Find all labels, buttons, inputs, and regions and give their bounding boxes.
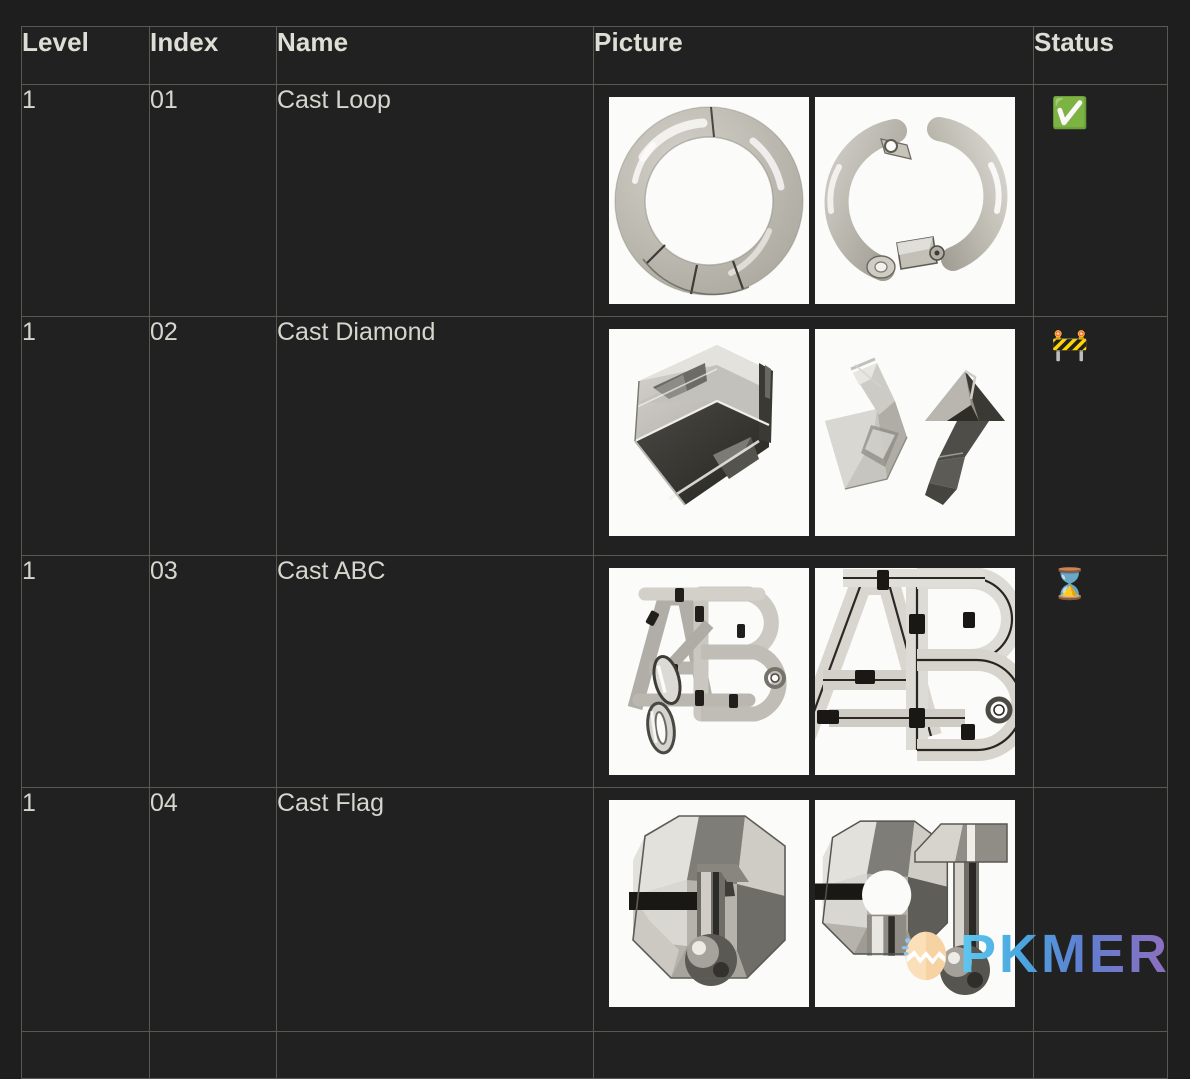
picture-group: [609, 800, 1033, 1007]
puzzle-table: Level Index Name Picture Status 1 01 Cas…: [21, 26, 1168, 1079]
table-row[interactable]: 1 03 Cast ABC ⌛: [21, 555, 1168, 788]
cell-name: [276, 1031, 594, 1079]
table-row[interactable]: 1 04 Cast Flag: [21, 787, 1168, 1032]
table-row[interactable]: 1 02 Cast Diamond 🚧: [21, 316, 1168, 556]
puzzle-image-cast-abc-assembled[interactable]: [609, 568, 809, 775]
picture-group: [609, 568, 1033, 775]
cell-picture: [593, 555, 1034, 788]
status-construction-barrier-icon: 🚧: [1051, 328, 1089, 363]
cell-picture: [593, 84, 1034, 317]
cell-name: Cast Flag: [276, 787, 594, 1032]
column-header-name[interactable]: Name: [276, 26, 594, 85]
puzzle-image-cast-flag-assembled[interactable]: [609, 800, 809, 1007]
cell-status: ✅: [1033, 84, 1168, 317]
cell-picture: [593, 787, 1034, 1032]
cell-index: 04: [149, 787, 277, 1032]
column-header-index[interactable]: Index: [149, 26, 277, 85]
puzzle-image-cast-loop-assembled[interactable]: [609, 97, 809, 304]
cell-status: 🚧: [1033, 316, 1168, 556]
puzzle-image-cast-loop-disassembled[interactable]: [815, 97, 1015, 304]
status-hourglass-icon: ⌛: [1051, 567, 1089, 602]
status-check-mark-button-icon: ✅: [1051, 96, 1089, 131]
cell-index: 01: [149, 84, 277, 317]
column-header-status[interactable]: Status: [1033, 26, 1168, 85]
cell-name: Cast Loop: [276, 84, 594, 317]
table-header-row: Level Index Name Picture Status: [21, 26, 1168, 85]
puzzle-image-cast-flag-disassembled[interactable]: [815, 800, 1015, 1007]
cell-level: 1: [21, 555, 150, 788]
cell-status: [1033, 1031, 1168, 1079]
cell-name: Cast Diamond: [276, 316, 594, 556]
picture-group: [609, 329, 1033, 536]
cell-level: 1: [21, 787, 150, 1032]
cell-level: 1: [21, 316, 150, 556]
cell-index: [149, 1031, 277, 1079]
cell-index: 03: [149, 555, 277, 788]
picture-group: [609, 97, 1033, 304]
cell-status: [1033, 787, 1168, 1032]
cell-index: 02: [149, 316, 277, 556]
table-row[interactable]: 1 01 Cast Loop ✅: [21, 84, 1168, 317]
puzzle-image-cast-abc-closeup[interactable]: [815, 568, 1015, 775]
cell-picture: [593, 1031, 1034, 1079]
cell-level: [21, 1031, 150, 1079]
puzzle-image-cast-diamond-assembled[interactable]: [609, 329, 809, 536]
column-header-picture[interactable]: Picture: [593, 26, 1034, 85]
table-header: Level Index Name Picture Status: [21, 26, 1168, 85]
page-root: Level Index Name Picture Status 1 01 Cas…: [0, 0, 1190, 1079]
cell-status: ⌛: [1033, 555, 1168, 788]
column-header-level[interactable]: Level: [21, 26, 150, 85]
puzzle-image-cast-diamond-disassembled[interactable]: [815, 329, 1015, 536]
table-body: 1 01 Cast Loop ✅ 1 02 Cast Diamond 🚧 1 0…: [21, 84, 1168, 1079]
cell-picture: [593, 316, 1034, 556]
cell-level: 1: [21, 84, 150, 317]
cell-name: Cast ABC: [276, 555, 594, 788]
table-row[interactable]: [21, 1031, 1168, 1079]
